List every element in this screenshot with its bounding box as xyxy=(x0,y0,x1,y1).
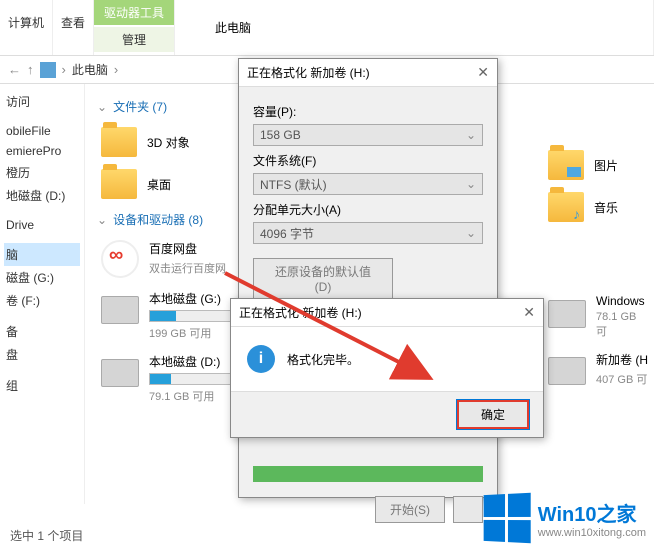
pictures-icon xyxy=(548,150,584,180)
ribbon-group-drivetools: 驱动器工具 管理 xyxy=(94,0,175,55)
drive-icon xyxy=(101,296,139,324)
message-dialog: 正在格式化 新加卷 (H:) ✕ i 格式化完毕。 确定 xyxy=(230,298,544,438)
ribbon: 计算机 查看 驱动器工具 管理 此电脑 xyxy=(0,0,654,56)
message-text: 格式化完毕。 xyxy=(287,345,359,373)
breadcrumb[interactable]: 此电脑 xyxy=(72,61,108,78)
drive-icon xyxy=(548,300,586,328)
folder-label: 图片 xyxy=(594,157,618,174)
ribbon-group-view: 查看 xyxy=(53,0,94,55)
folder-icon xyxy=(101,127,137,157)
sidebar: 访问 obileFile emierePro 橙历 地磁盘 (D:) Drive… xyxy=(0,84,85,504)
other-button[interactable] xyxy=(453,496,483,523)
pc-icon xyxy=(40,62,56,78)
capacity-select[interactable]: 158 GB ⌄ xyxy=(253,124,483,146)
chevron-down-icon: ⌄ xyxy=(466,177,476,191)
folder-label: 桌面 xyxy=(147,176,171,193)
sidebar-item[interactable]: 橙历 xyxy=(4,161,80,184)
music-icon xyxy=(548,192,584,222)
sidebar-item[interactable]: 磁盘 (G:) xyxy=(4,266,80,289)
chevron-down-icon: ⌄ xyxy=(97,100,107,114)
watermark-title: Win10之家 xyxy=(538,498,646,527)
drive-icon xyxy=(548,357,586,385)
chevron-down-icon: ⌄ xyxy=(466,128,476,142)
alloc-value: 4096 字节 xyxy=(260,225,314,242)
tab-computer-label[interactable]: 计算机 xyxy=(8,14,44,31)
chevron-right-icon: › xyxy=(62,62,66,77)
alloc-label: 分配单元大小(A) xyxy=(253,201,483,218)
watermark: Win10之家 www.win10xitong.com xyxy=(482,494,646,542)
message-buttons: 确定 xyxy=(231,391,543,437)
folder-icon xyxy=(101,169,137,199)
sidebar-item[interactable]: 卷 (F:) xyxy=(4,289,80,312)
folder-item[interactable]: 音乐 xyxy=(544,186,654,228)
ribbon-group-computer: 计算机 xyxy=(0,0,53,55)
section-folders-label: 文件夹 (7) xyxy=(113,98,167,115)
sidebar-item[interactable]: emierePro xyxy=(4,141,80,161)
restore-defaults-button[interactable]: 还原设备的默认值(D) xyxy=(253,258,393,299)
tab-view-label[interactable]: 查看 xyxy=(61,14,85,31)
close-icon[interactable]: ✕ xyxy=(523,304,535,321)
drive-sub: 78.1 GB 可 xyxy=(596,311,650,339)
window-title: 此电脑 xyxy=(215,19,251,36)
capacity-label: 容量(P): xyxy=(253,103,483,120)
dialog-title: 正在格式化 新加卷 (H:) xyxy=(239,304,362,321)
tab-view[interactable] xyxy=(61,4,85,12)
tab-drive-tools[interactable]: 驱动器工具 xyxy=(94,0,174,25)
baidu-icon xyxy=(101,240,139,278)
nav-up-icon[interactable]: ↑ xyxy=(27,62,34,77)
chevron-right-icon: › xyxy=(114,62,118,77)
drive-icon xyxy=(101,359,139,387)
chevron-down-icon: ⌄ xyxy=(466,226,476,240)
capacity-value: 158 GB xyxy=(260,128,301,142)
dialog-title: 正在格式化 新加卷 (H:) xyxy=(247,64,370,81)
folder-label: 音乐 xyxy=(594,199,618,216)
watermark-url: www.win10xitong.com xyxy=(538,527,646,539)
dialog-titlebar: 正在格式化 新加卷 (H:) ✕ xyxy=(239,59,497,87)
info-icon: i xyxy=(247,345,275,373)
alloc-select[interactable]: 4096 字节 ⌄ xyxy=(253,222,483,244)
nav-back-icon[interactable]: ← xyxy=(8,62,21,77)
dialog-titlebar: 正在格式化 新加卷 (H:) ✕ xyxy=(231,299,543,327)
progress-bar xyxy=(253,466,483,482)
sidebar-item[interactable]: 地磁盘 (D:) xyxy=(4,184,80,207)
sidebar-item[interactable]: Drive xyxy=(4,215,80,235)
section-drives-label: 设备和驱动器 (8) xyxy=(113,211,203,228)
drive-item-new[interactable]: 新加卷 (H 407 GB 可 xyxy=(544,345,654,393)
folder-label: 3D 对象 xyxy=(147,134,190,151)
close-icon[interactable]: ✕ xyxy=(477,64,489,81)
filesystem-label: 文件系统(F) xyxy=(253,152,483,169)
sidebar-item[interactable]: 脑 xyxy=(4,243,80,266)
ok-button[interactable]: 确定 xyxy=(457,400,529,429)
windows-logo-icon xyxy=(483,493,530,544)
drive-name: Windows xyxy=(596,294,650,308)
start-button[interactable]: 开始(S) xyxy=(375,496,445,523)
drive-name: 新加卷 (H xyxy=(596,351,650,368)
status-bar: 选中 1 个项目 xyxy=(10,527,83,544)
sidebar-item[interactable]: 访问 xyxy=(4,90,80,113)
tab-computer[interactable] xyxy=(8,4,44,12)
tab-manage[interactable]: 管理 xyxy=(94,27,174,52)
sidebar-item[interactable]: 备 xyxy=(4,320,80,343)
filesystem-value: NTFS (默认) xyxy=(260,176,327,193)
chevron-down-icon: ⌄ xyxy=(97,213,107,227)
ribbon-title: 此电脑 xyxy=(175,0,654,55)
sidebar-item[interactable]: 盘 xyxy=(4,343,80,366)
message-body: i 格式化完毕。 xyxy=(231,327,543,391)
drive-item-windows[interactable]: Windows 78.1 GB 可 xyxy=(544,288,654,345)
folder-item[interactable]: 图片 xyxy=(544,144,654,186)
sidebar-item[interactable]: obileFile xyxy=(4,121,80,141)
filesystem-select[interactable]: NTFS (默认) ⌄ xyxy=(253,173,483,195)
sidebar-item[interactable]: 组 xyxy=(4,374,80,397)
drive-sub: 407 GB 可 xyxy=(596,371,650,387)
right-column: 图片 音乐 Windows 78.1 GB 可 新加卷 (H 407 GB 可 xyxy=(544,144,654,393)
